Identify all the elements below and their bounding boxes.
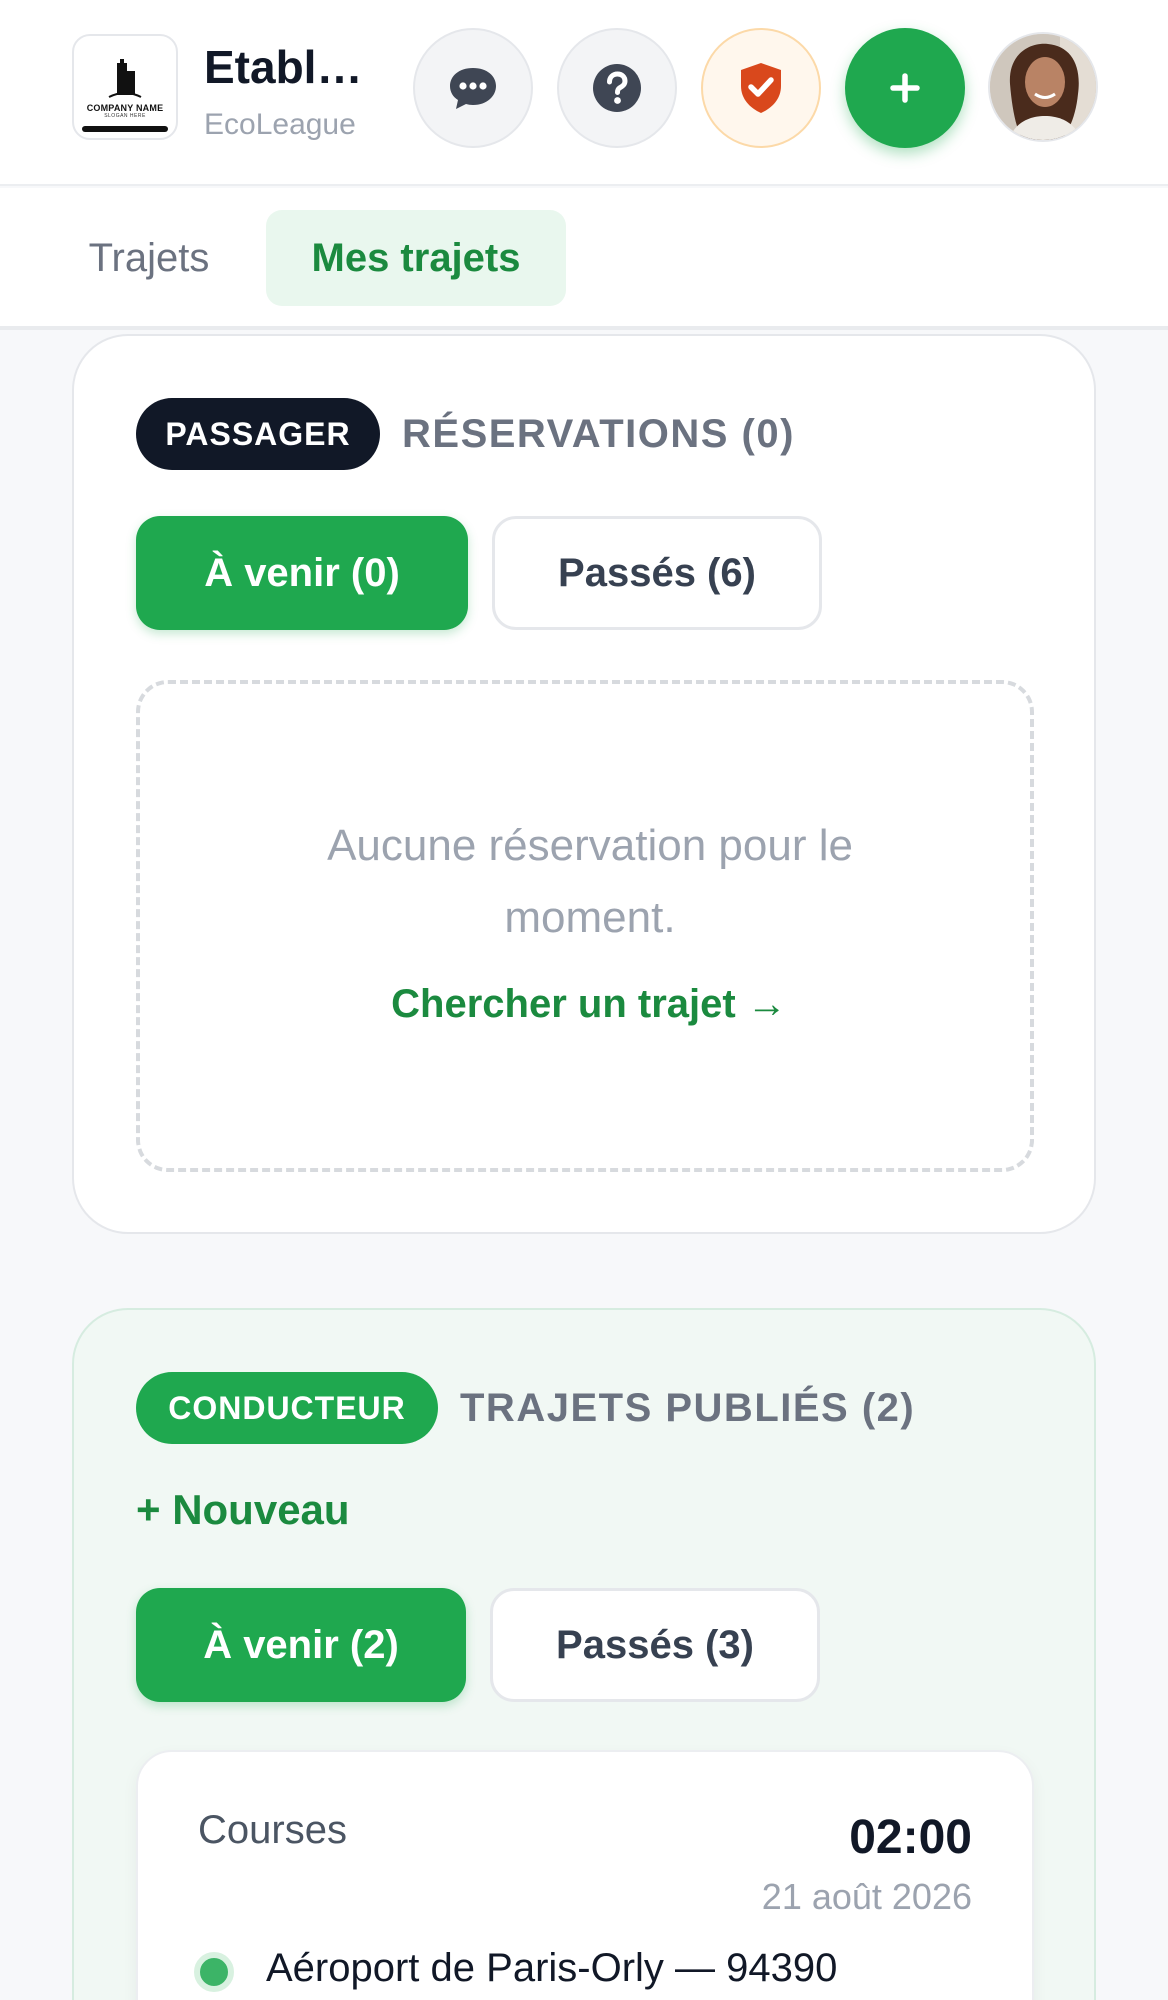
trip-card[interactable]: Courses 02:00 21 août 2026 Aéroport de P…: [136, 1750, 1034, 2000]
passenger-reservations-card: PASSAGER RÉSERVATIONS (0) À venir (0) Pa…: [72, 334, 1096, 1234]
shield-check-icon: [741, 63, 781, 113]
published-trips-title: TRAJETS PUBLIÉS (2): [460, 1386, 916, 1430]
question-icon: [593, 64, 641, 112]
security-button[interactable]: [701, 28, 821, 148]
organization-subtitle: EcoLeague: [204, 108, 356, 141]
user-photo: [990, 34, 1096, 140]
search-trip-link[interactable]: Chercher un trajet →: [140, 982, 1038, 1027]
passenger-badge: PASSAGER: [136, 398, 380, 470]
passenger-upcoming-tab[interactable]: À venir (0): [136, 516, 468, 630]
user-avatar[interactable]: [988, 32, 1098, 142]
reservations-title: RÉSERVATIONS (0): [402, 412, 795, 456]
app-header: COMPANY NAME SLOGAN HERE Etablissement E…: [0, 0, 1168, 186]
trip-date: 21 août 2026: [761, 1876, 972, 1917]
main-tabs: Trajets Mes trajets: [0, 188, 1168, 330]
trip-type: Courses: [198, 1808, 347, 1852]
driver-published-trips-card: CONDUCTEUR TRAJETS PUBLIÉS (2) + Nouveau…: [72, 1308, 1096, 2000]
tab-trajets[interactable]: Trajets: [64, 210, 234, 306]
driver-upcoming-tab[interactable]: À venir (2): [136, 1588, 466, 1702]
logo-company-name: COMPANY NAME: [86, 103, 164, 113]
empty-reservations-state: Aucune réservation pour le moment. Cherc…: [136, 680, 1034, 1172]
logo-underline: [82, 126, 168, 132]
departure-dot-icon: [194, 1952, 234, 1992]
empty-reservations-message: Aucune réservation pour le moment.: [327, 821, 853, 942]
trip-time: 02:00: [849, 1811, 972, 1864]
passenger-past-tab[interactable]: Passés (6): [492, 516, 822, 630]
tab-mes-trajets[interactable]: Mes trajets: [266, 210, 566, 306]
trip-departure: Aéroport de Paris-Orly — 94390: [266, 1946, 838, 1990]
driver-badge: CONDUCTEUR: [136, 1372, 438, 1444]
building-logo-icon: [108, 59, 142, 98]
new-trip-link[interactable]: + Nouveau: [136, 1486, 350, 1534]
create-trip-button[interactable]: [845, 28, 965, 148]
driver-past-tab[interactable]: Passés (3): [490, 1588, 820, 1702]
company-logo[interactable]: COMPANY NAME SLOGAN HERE: [72, 34, 178, 140]
help-button[interactable]: [557, 28, 677, 148]
logo-slogan: SLOGAN HERE: [104, 113, 146, 119]
plus-icon: [890, 73, 920, 103]
messages-button[interactable]: [413, 28, 533, 148]
chat-bubble-icon: [450, 68, 496, 109]
organization-title: Etablissement: [204, 41, 374, 93]
